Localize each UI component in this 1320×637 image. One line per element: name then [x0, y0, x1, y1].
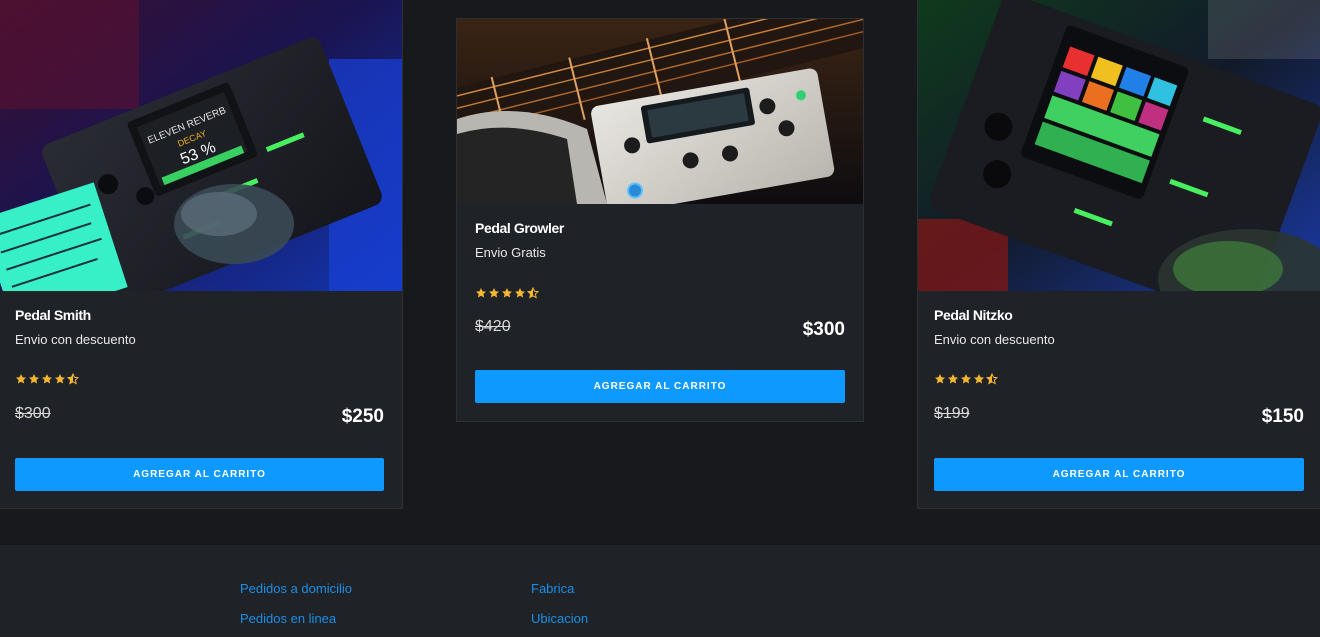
- footer: Pedidos a domicilio Pedidos en linea Fab…: [0, 545, 1320, 637]
- product-card: ELEVEN REVERB DECAY 53 % Pedal Smith Env…: [0, 0, 403, 509]
- star-half-icon: [527, 287, 539, 299]
- product-photo: [918, 0, 1320, 291]
- product-card: Pedal Nitzko Envio con descuento $199 $1…: [917, 0, 1320, 509]
- product-page: ELEVEN REVERB DECAY 53 % Pedal Smith Env…: [0, 0, 1320, 637]
- star-icon: [16, 374, 26, 384]
- rating-stars: [475, 287, 539, 299]
- rating-stars: [934, 373, 998, 385]
- add-to-cart-button[interactable]: AGREGAR AL CARRITO: [15, 458, 384, 491]
- footer-link-home-delivery[interactable]: Pedidos a domicilio: [240, 581, 352, 596]
- product-name: Pedal Smith: [15, 307, 91, 323]
- old-price: $199: [934, 405, 970, 422]
- star-icon: [55, 374, 65, 384]
- star-icon: [935, 374, 945, 384]
- current-price: $250: [341, 406, 384, 427]
- star-icon: [476, 288, 486, 298]
- star-half-icon: [67, 373, 79, 385]
- add-to-cart-button[interactable]: AGREGAR AL CARRITO: [475, 370, 845, 403]
- current-price: $150: [1261, 406, 1304, 427]
- footer-link-online-orders[interactable]: Pedidos en linea: [240, 611, 336, 626]
- current-price: $300: [802, 319, 845, 340]
- product-name: Pedal Growler: [475, 220, 564, 236]
- old-price: $300: [15, 405, 51, 422]
- shipping-info: Envio Gratis: [475, 245, 546, 260]
- add-to-cart-button[interactable]: AGREGAR AL CARRITO: [934, 458, 1304, 491]
- star-icon: [961, 374, 971, 384]
- footer-link-factory[interactable]: Fabrica: [531, 581, 574, 596]
- star-icon: [489, 288, 499, 298]
- star-icon: [502, 288, 512, 298]
- shipping-info: Envio con descuento: [15, 332, 136, 347]
- star-icon: [974, 374, 984, 384]
- rating-stars: [15, 373, 79, 385]
- product-name: Pedal Nitzko: [934, 307, 1013, 323]
- product-photo: [457, 19, 863, 204]
- footer-link-location[interactable]: Ubicacion: [531, 611, 588, 626]
- product-card: Pedal Growler Envio Gratis $420 $300 AGR…: [456, 18, 864, 422]
- star-icon: [948, 374, 958, 384]
- product-photo: ELEVEN REVERB DECAY 53 %: [0, 0, 402, 291]
- star-icon: [515, 288, 525, 298]
- star-half-icon: [986, 373, 998, 385]
- star-icon: [42, 374, 52, 384]
- shipping-info: Envio con descuento: [934, 332, 1055, 347]
- star-icon: [29, 374, 39, 384]
- old-price: $420: [475, 318, 511, 335]
